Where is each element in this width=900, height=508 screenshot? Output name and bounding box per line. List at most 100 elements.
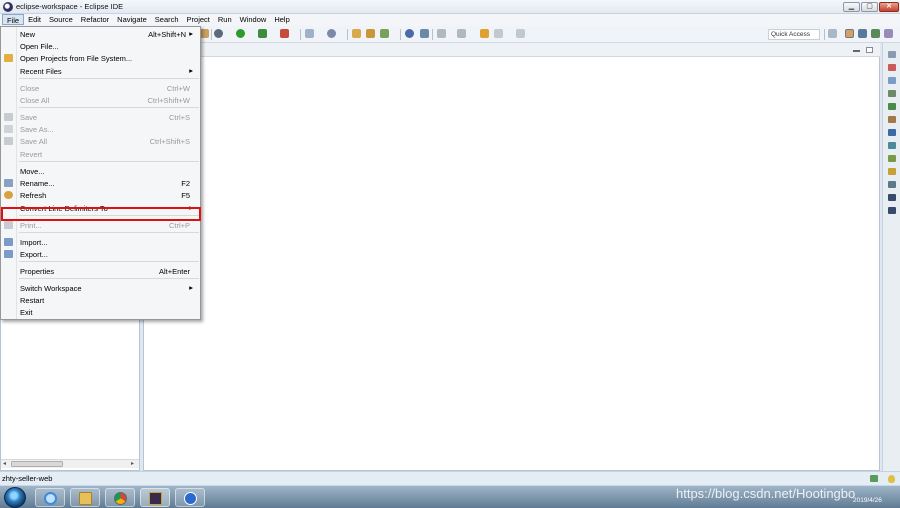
watermark-text: https://blog.csdn.net/Hootingbo (676, 486, 856, 501)
minimize-button[interactable]: ▁ (843, 2, 860, 12)
breakpoints-icon[interactable] (888, 194, 896, 201)
menu-window[interactable]: Window (236, 14, 271, 25)
start-button[interactable] (4, 487, 26, 508)
main-toolbar: Quick Access (200, 26, 900, 43)
menu-source[interactable]: Source (45, 14, 77, 25)
menu-help[interactable]: Help (270, 14, 293, 25)
toggle-mark-icon[interactable] (420, 29, 429, 38)
menu-item-close-all[interactable]: Close All Ctrl+Shift+W (1, 94, 200, 106)
debug-view-icon[interactable] (888, 181, 896, 188)
menu-item-import[interactable]: Import... (1, 236, 200, 248)
maximize-button[interactable]: ▢ (861, 2, 878, 12)
tip-lightbulb-icon[interactable] (888, 475, 895, 483)
java-ee-perspective-icon[interactable] (845, 29, 854, 38)
scroll-thumb[interactable] (11, 461, 63, 467)
taskbar-chrome[interactable] (105, 488, 135, 507)
menu-search[interactable]: Search (151, 14, 183, 25)
submenu-arrow-icon: ▸ (189, 282, 193, 292)
app-icon (184, 492, 197, 505)
menu-edit[interactable]: Edit (24, 14, 45, 25)
menu-item-rename[interactable]: Rename... F2 (1, 177, 200, 189)
forward-icon[interactable] (516, 29, 525, 38)
menu-item-open-projects[interactable]: Open Projects from File System... (1, 52, 200, 64)
taskbar-explorer[interactable] (70, 488, 100, 507)
menu-item-save[interactable]: Save Ctrl+S (1, 111, 200, 123)
menu-item-export[interactable]: Export... (1, 248, 200, 260)
menu-separator (19, 232, 199, 233)
external-tools-icon[interactable] (280, 29, 289, 38)
last-edit-icon[interactable] (480, 29, 489, 38)
previous-annotation-icon[interactable] (457, 29, 466, 38)
taskbar-eclipse[interactable] (140, 488, 170, 507)
run-icon[interactable] (236, 29, 245, 38)
variables-icon[interactable] (888, 207, 896, 214)
open-type-icon[interactable] (352, 29, 361, 38)
debug-icon[interactable] (214, 29, 223, 38)
new-class-icon[interactable] (327, 29, 336, 38)
back-icon[interactable] (494, 29, 503, 38)
menu-item-new[interactable]: New Alt+Shift+N ▸ (1, 28, 200, 40)
outline-icon[interactable] (888, 51, 896, 58)
scroll-left-icon[interactable]: ◂ (3, 460, 6, 467)
problems-icon[interactable] (888, 142, 896, 149)
menu-item-save-all[interactable]: Save All Ctrl+Shift+S (1, 135, 200, 147)
toolbar-separator (400, 29, 401, 40)
markers-icon[interactable] (888, 77, 896, 84)
horizontal-scrollbar[interactable]: ◂ ▸ (1, 459, 139, 468)
menu-item-properties[interactable]: Properties Alt+Enter (1, 265, 200, 277)
open-perspective-icon[interactable] (828, 29, 837, 38)
menu-item-open-file[interactable]: Open File... (1, 40, 200, 52)
menu-separator (19, 261, 199, 262)
menu-file[interactable]: File (2, 14, 25, 25)
coverage-icon[interactable] (258, 29, 267, 38)
menu-item-restart[interactable]: Restart (1, 294, 200, 306)
javadoc-icon[interactable] (888, 168, 896, 175)
eclipse-logo-icon (3, 2, 13, 12)
menu-item-close[interactable]: Close Ctrl+W (1, 82, 200, 94)
submenu-arrow-icon: ▸ (189, 65, 193, 75)
menu-item-refresh[interactable]: Refresh F5 (1, 189, 200, 201)
maximize-view-icon[interactable] (866, 47, 873, 53)
minimize-view-icon[interactable] (853, 50, 860, 52)
java-perspective-icon[interactable] (871, 29, 880, 38)
trim-status-icon[interactable] (870, 475, 878, 482)
open-task-icon[interactable] (366, 29, 375, 38)
scroll-right-icon[interactable]: ▸ (131, 460, 134, 467)
close-button[interactable]: ✕ (879, 2, 899, 12)
taskbar-ie[interactable] (35, 488, 65, 507)
menu-item-move[interactable]: Move... (1, 165, 200, 177)
servers-icon[interactable] (888, 90, 896, 97)
menu-item-exit[interactable]: Exit (1, 306, 200, 318)
next-annotation-icon[interactable] (437, 29, 446, 38)
menu-project[interactable]: Project (183, 14, 214, 25)
data-source-icon[interactable] (888, 103, 896, 110)
task-list-icon[interactable] (888, 64, 896, 71)
git-perspective-icon[interactable] (884, 29, 893, 38)
taskbar-app[interactable] (175, 488, 205, 507)
export-icon (4, 250, 13, 258)
new-java-project-icon[interactable] (305, 29, 314, 38)
menu-refactor[interactable]: Refactor (77, 14, 113, 25)
editor-area[interactable] (143, 43, 880, 471)
debug-perspective-icon[interactable] (858, 29, 867, 38)
import-highlight-box (1, 207, 201, 221)
menu-item-revert[interactable]: Revert (1, 148, 200, 160)
print-icon (4, 221, 13, 229)
progress-icon[interactable] (888, 155, 896, 162)
editor-header (143, 43, 880, 57)
globe-icon[interactable] (405, 29, 414, 38)
internet-explorer-icon (44, 492, 57, 505)
console-icon[interactable] (888, 129, 896, 136)
menu-item-switch-workspace[interactable]: Switch Workspace ▸ (1, 282, 200, 294)
menu-separator (19, 278, 199, 279)
snippets-icon[interactable] (888, 116, 896, 123)
quick-access-field[interactable]: Quick Access (768, 29, 820, 40)
menu-item-save-as[interactable]: Save As... (1, 123, 200, 135)
menu-item-recent-files[interactable]: Recent Files ▸ (1, 65, 200, 77)
menu-navigate[interactable]: Navigate (113, 14, 151, 25)
menu-run[interactable]: Run (214, 14, 236, 25)
search-icon[interactable] (380, 29, 389, 38)
menu-bar: File Edit Source Refactor Navigate Searc… (0, 14, 900, 26)
toolbar-tool-icon[interactable] (200, 29, 209, 38)
save-as-icon (4, 125, 13, 133)
